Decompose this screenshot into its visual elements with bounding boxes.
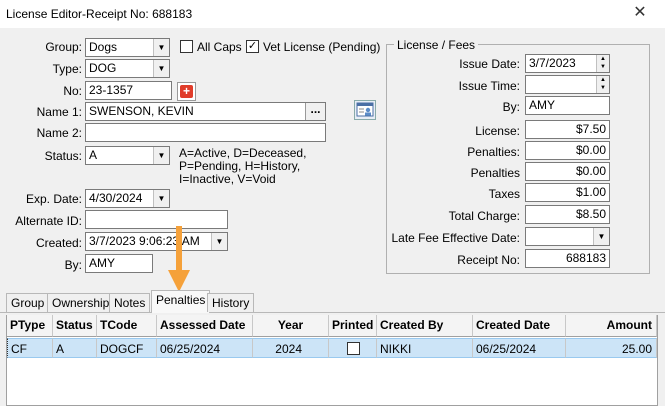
no-label: No:: [63, 84, 82, 98]
cell-assessed-date[interactable]: 06/25/2024: [157, 338, 253, 358]
penalties2-field[interactable]: $0.00: [525, 162, 610, 181]
tab-notes[interactable]: Notes: [109, 293, 151, 312]
tab-history[interactable]: History: [207, 293, 255, 312]
vet-license-checkbox[interactable]: ✓: [246, 40, 259, 53]
by-label: By:: [64, 258, 82, 272]
arrow-down-icon: [168, 226, 190, 292]
total-charge-field[interactable]: $8.50: [525, 205, 610, 224]
status-legend-line: I=Inactive, V=Void: [179, 172, 276, 186]
column-header-created-date[interactable]: Created Date: [473, 315, 566, 337]
column-header-printed[interactable]: Printed: [329, 315, 377, 337]
column-header-assessed-date[interactable]: Assessed Date: [157, 315, 253, 337]
alternate-id-field[interactable]: [85, 210, 228, 229]
fees-by-label: By:: [502, 100, 520, 114]
status-value: A: [89, 148, 98, 162]
cell-tcode[interactable]: DOGCF: [97, 338, 157, 358]
no-field[interactable]: 23-1357: [85, 81, 172, 100]
tab-divider: [0, 312, 665, 313]
all-caps-checkbox[interactable]: [180, 40, 193, 53]
window-title: License Editor-Receipt No: 688183: [6, 7, 193, 21]
issue-date-field[interactable]: 3/7/2023 ▲ ▼: [525, 54, 610, 73]
chevron-down-icon[interactable]: ▼: [153, 190, 169, 207]
receipt-no-field[interactable]: 688183: [525, 249, 610, 268]
printed-checkbox[interactable]: [347, 342, 360, 355]
plus-icon: +: [180, 85, 193, 98]
add-button[interactable]: +: [177, 82, 196, 101]
tab-group[interactable]: Group: [6, 293, 50, 312]
penalties-field[interactable]: $0.00: [525, 141, 610, 160]
column-header-tcode[interactable]: TCode: [97, 315, 157, 337]
column-header-created-by[interactable]: Created By: [377, 315, 473, 337]
chevron-down-icon[interactable]: ▼: [593, 228, 609, 245]
receipt-no-label: Receipt No:: [457, 253, 520, 267]
all-caps-label: All Caps: [197, 40, 242, 54]
name1-label: Name 1:: [36, 105, 82, 119]
taxes-label: Taxes: [488, 187, 520, 201]
fees-by-field[interactable]: AMY: [525, 96, 610, 115]
issue-date-label: Issue Date:: [459, 57, 520, 71]
group-select[interactable]: Dogs ▼: [85, 38, 170, 57]
column-header-ptype[interactable]: PType: [7, 315, 53, 337]
late-fee-label: Late Fee Effective Date:: [391, 231, 520, 245]
cell-created-by[interactable]: NIKKI: [377, 338, 473, 358]
by-field[interactable]: AMY: [85, 254, 153, 273]
status-select[interactable]: A ▼: [85, 146, 170, 165]
cell-created-date[interactable]: 06/25/2024: [473, 338, 566, 358]
penalties2-label: Penalties: [470, 166, 520, 180]
vet-license-label: Vet License (Pending): [263, 40, 381, 54]
late-fee-select[interactable]: ▼: [525, 227, 610, 246]
name1-field[interactable]: SWENSON, KEVIN ...: [85, 102, 326, 121]
created-label: Created:: [35, 236, 82, 250]
spinner-icon[interactable]: ▲ ▼: [596, 76, 609, 93]
alternate-id-label: Alternate ID:: [15, 214, 82, 228]
fees-title: License / Fees: [394, 38, 479, 52]
cell-year[interactable]: 2024: [253, 338, 329, 358]
exp-date-select[interactable]: 4/30/2024 ▼: [85, 189, 170, 208]
total-charge-label: Total Charge:: [448, 209, 520, 223]
cell-printed[interactable]: [329, 338, 377, 358]
column-header-year[interactable]: Year: [253, 315, 329, 337]
column-header-amount[interactable]: Amount: [566, 315, 657, 337]
tab-penalties[interactable]: Penalties: [151, 290, 211, 313]
cell-ptype[interactable]: CF: [7, 338, 53, 358]
chevron-down-icon[interactable]: ▼: [153, 60, 169, 77]
cell-amount[interactable]: 25.00: [566, 338, 657, 358]
license-label: License:: [475, 124, 520, 138]
id-card-icon[interactable]: [354, 100, 376, 120]
exp-date-label: Exp. Date:: [25, 192, 82, 206]
type-value: DOG: [89, 61, 117, 75]
name2-label: Name 2:: [36, 126, 82, 140]
type-select[interactable]: DOG ▼: [85, 59, 170, 78]
type-label: Type:: [52, 62, 82, 76]
cell-status[interactable]: A: [53, 338, 97, 358]
close-icon[interactable]: ✕: [633, 5, 647, 21]
issue-time-label: Issue Time:: [458, 79, 520, 93]
status-label: Status:: [44, 149, 82, 163]
name1-value: SWENSON, KEVIN: [89, 104, 194, 118]
exp-date-value: 4/30/2024: [89, 191, 143, 205]
chevron-down-icon[interactable]: ▼: [211, 233, 227, 250]
penalties-label: Penalties:: [467, 145, 520, 159]
issue-time-field[interactable]: ▲ ▼: [525, 75, 610, 94]
tab-ownership[interactable]: Ownership: [47, 293, 115, 312]
status-legend: A=Active, D=Deceased, P=Pending, H=Histo…: [179, 147, 306, 186]
name2-field[interactable]: [85, 123, 326, 142]
created-select[interactable]: 3/7/2023 9:06:23 AM ▼: [85, 232, 228, 251]
group-value: Dogs: [89, 40, 118, 54]
spinner-icon[interactable]: ▲ ▼: [596, 55, 609, 72]
taxes-field[interactable]: $1.00: [525, 183, 610, 202]
group-label: Group:: [45, 40, 82, 54]
license-field[interactable]: $7.50: [525, 120, 610, 139]
chevron-down-icon[interactable]: ▼: [153, 39, 169, 56]
name-lookup-button[interactable]: ...: [305, 103, 325, 120]
column-header-status[interactable]: Status: [53, 315, 97, 337]
issue-date-value: 3/7/2023: [529, 56, 576, 70]
chevron-down-icon[interactable]: ▼: [153, 147, 169, 164]
